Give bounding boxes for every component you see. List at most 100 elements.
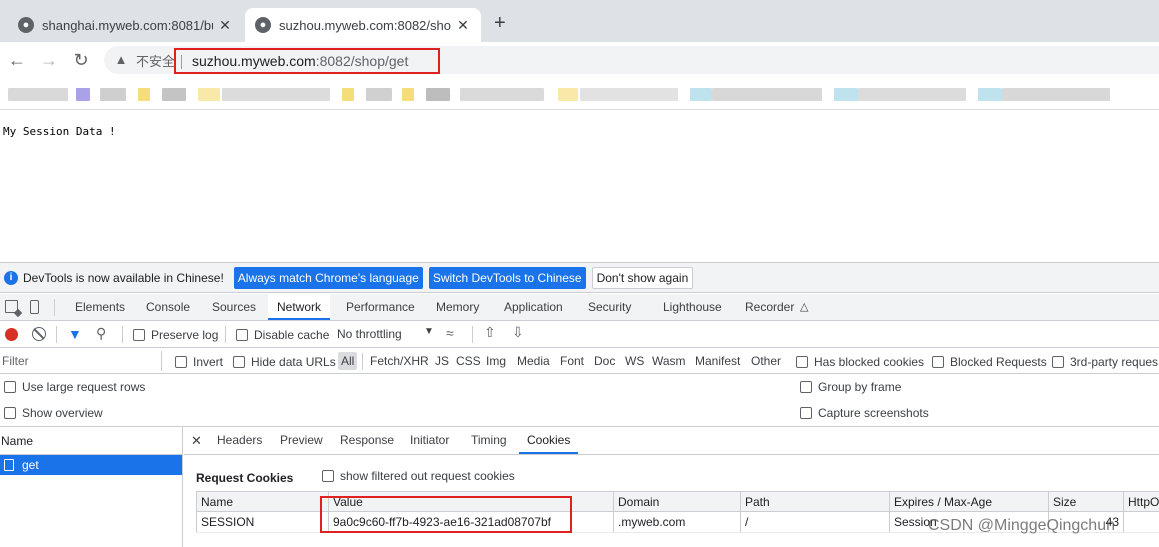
- blurred-bookmark[interactable]: [580, 88, 678, 101]
- dont-show-again-button[interactable]: Don't show again: [591, 266, 694, 289]
- checkbox-box[interactable]: [233, 356, 245, 368]
- switch-to-chinese-button[interactable]: Switch DevTools to Chinese: [428, 266, 586, 289]
- column-header-size[interactable]: Size: [1048, 491, 1124, 512]
- tab-network[interactable]: Network: [268, 294, 331, 320]
- cookie-domain[interactable]: .myweb.com: [613, 511, 741, 533]
- tab-application[interactable]: Application: [504, 294, 563, 320]
- checkbox-box[interactable]: [175, 356, 187, 368]
- back-arrow-icon[interactable]: ←: [5, 48, 29, 72]
- tab-timing[interactable]: Timing: [471, 427, 507, 454]
- blurred-bookmark[interactable]: [342, 88, 354, 101]
- browser-tab-shanghai[interactable]: ● shanghai.myweb.com:8081/bu ✕: [8, 8, 243, 42]
- column-header-name[interactable]: Name: [196, 491, 329, 512]
- tab-headers[interactable]: Headers: [217, 427, 262, 454]
- type-filter-img[interactable]: Img: [486, 352, 506, 370]
- throttling-select[interactable]: No throttling: [337, 327, 402, 341]
- filter-input[interactable]: [0, 351, 162, 371]
- checkbox-box[interactable]: [133, 329, 145, 341]
- checkbox-box[interactable]: [1052, 356, 1064, 368]
- tab-cookies[interactable]: Cookies: [519, 427, 579, 454]
- show-overview-checkbox[interactable]: Show overview: [4, 406, 103, 420]
- cookie-httponly[interactable]: [1123, 511, 1159, 533]
- checkbox-box[interactable]: [322, 470, 334, 482]
- column-header-domain[interactable]: Domain: [613, 491, 741, 512]
- large-request-rows-checkbox[interactable]: Use large request rows: [4, 380, 145, 394]
- cookie-name[interactable]: SESSION: [196, 511, 329, 533]
- filter-funnel-icon[interactable]: ▼: [68, 327, 82, 341]
- type-filter-other[interactable]: Other: [751, 352, 781, 370]
- tab-memory[interactable]: Memory: [436, 294, 479, 320]
- preserve-log-checkbox[interactable]: Preserve log: [133, 328, 218, 342]
- forward-arrow-icon[interactable]: →: [37, 48, 61, 72]
- warning-icon[interactable]: ▲: [114, 53, 128, 67]
- checkbox-box[interactable]: [800, 407, 812, 419]
- import-har-icon[interactable]: ⇧: [484, 324, 496, 341]
- checkbox-box[interactable]: [236, 329, 248, 341]
- cookie-path[interactable]: /: [740, 511, 890, 533]
- type-filter-font[interactable]: Font: [560, 352, 584, 370]
- blurred-bookmark[interactable]: [8, 88, 68, 101]
- blurred-bookmark[interactable]: [100, 88, 126, 101]
- tab-console[interactable]: Console: [146, 294, 190, 320]
- close-icon[interactable]: ✕: [217, 17, 233, 34]
- blurred-bookmark[interactable]: [858, 88, 966, 101]
- inspect-element-icon[interactable]: [5, 300, 18, 313]
- type-filter-ws[interactable]: WS: [625, 352, 644, 370]
- type-filter-all[interactable]: All: [338, 352, 358, 370]
- tab-performance[interactable]: Performance: [346, 294, 415, 320]
- blurred-bookmark[interactable]: [76, 88, 90, 101]
- type-filter-media[interactable]: Media: [517, 352, 550, 370]
- column-header-expires[interactable]: Expires / Max-Age: [889, 491, 1049, 512]
- browser-tab-suzhou[interactable]: ● suzhou.myweb.com:8082/shop ✕: [245, 8, 481, 42]
- clear-icon[interactable]: [32, 327, 46, 341]
- tab-initiator[interactable]: Initiator: [410, 427, 449, 454]
- tab-security[interactable]: Security: [588, 294, 631, 320]
- checkbox-box[interactable]: [796, 356, 808, 368]
- close-icon[interactable]: ✕: [455, 17, 471, 34]
- capture-screenshots-checkbox[interactable]: Capture screenshots: [800, 406, 929, 420]
- blurred-bookmark[interactable]: [690, 88, 712, 101]
- blurred-bookmark[interactable]: [460, 88, 544, 101]
- column-header-path[interactable]: Path: [740, 491, 890, 512]
- group-by-frame-checkbox[interactable]: Group by frame: [800, 380, 901, 394]
- invert-checkbox[interactable]: Invert: [175, 355, 223, 369]
- dropdown-caret-icon[interactable]: ▼: [424, 326, 434, 337]
- security-label[interactable]: 不安全: [136, 51, 175, 70]
- new-tab-plus-icon[interactable]: +: [494, 12, 506, 35]
- type-filter-css[interactable]: CSS: [456, 352, 481, 370]
- column-header-httponly[interactable]: HttpO: [1123, 491, 1159, 512]
- blurred-bookmark[interactable]: [1002, 88, 1110, 101]
- type-filter-manifest[interactable]: Manifest: [695, 352, 740, 370]
- blurred-bookmark[interactable]: [558, 88, 578, 101]
- blurred-bookmark[interactable]: [402, 88, 414, 101]
- blurred-bookmark[interactable]: [222, 88, 330, 101]
- type-filter-doc[interactable]: Doc: [594, 352, 615, 370]
- blocked-requests-checkbox[interactable]: Blocked Requests: [932, 355, 1047, 369]
- blurred-bookmark[interactable]: [138, 88, 150, 101]
- blurred-bookmark[interactable]: [162, 88, 186, 101]
- network-conditions-icon[interactable]: ≈: [446, 325, 454, 341]
- blurred-bookmark[interactable]: [712, 88, 822, 101]
- show-filtered-cookies-checkbox[interactable]: show filtered out request cookies: [322, 469, 515, 483]
- tab-elements[interactable]: Elements: [75, 294, 125, 320]
- checkbox-box[interactable]: [800, 381, 812, 393]
- export-har-icon[interactable]: ⇩: [512, 324, 524, 341]
- type-filter-wasm[interactable]: Wasm: [652, 352, 686, 370]
- disable-cache-checkbox[interactable]: Disable cache: [236, 328, 329, 342]
- type-filter-fetch-xhr[interactable]: Fetch/XHR: [370, 352, 429, 370]
- blurred-bookmark[interactable]: [198, 88, 220, 101]
- record-icon[interactable]: [5, 328, 18, 341]
- third-party-requests-checkbox[interactable]: 3rd-party reques: [1052, 355, 1158, 369]
- checkbox-box[interactable]: [4, 407, 16, 419]
- url-highlight-box[interactable]: suzhou.myweb.com:8082/shop/get: [174, 48, 440, 74]
- checkbox-box[interactable]: [932, 356, 944, 368]
- tab-response[interactable]: Response: [340, 427, 394, 454]
- blurred-bookmark[interactable]: [834, 88, 858, 101]
- checkbox-box[interactable]: [4, 381, 16, 393]
- blurred-bookmark[interactable]: [978, 88, 1002, 101]
- tab-preview[interactable]: Preview: [280, 427, 323, 454]
- type-filter-js[interactable]: JS: [435, 352, 449, 370]
- address-bar[interactable]: ▲ 不安全 suzhou.myweb.com:8082/shop/get: [104, 46, 1159, 74]
- search-icon[interactable]: ⚲: [96, 326, 106, 340]
- close-icon[interactable]: ✕: [191, 433, 202, 449]
